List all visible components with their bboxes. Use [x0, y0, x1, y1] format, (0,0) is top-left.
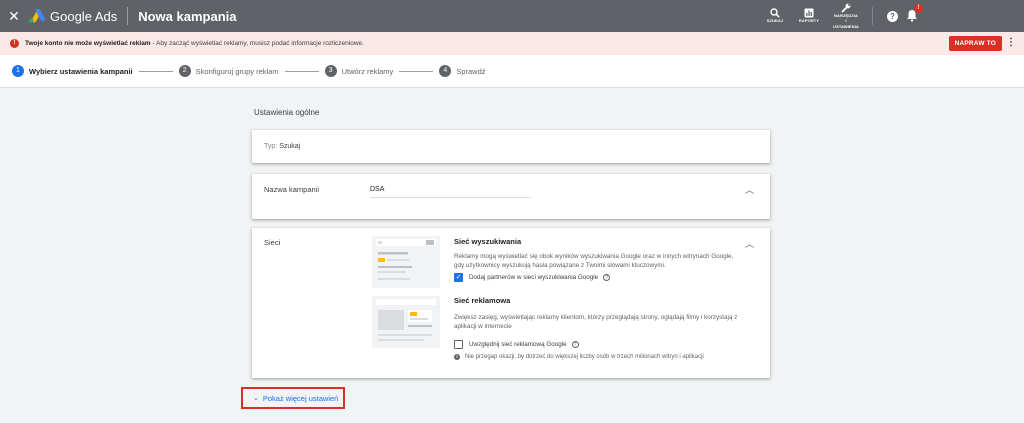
- help-icon[interactable]: ?: [571, 341, 579, 348]
- step-label: Skonfiguruj grupy reklam: [195, 66, 279, 76]
- step-3[interactable]: 3 Utwórz reklamy: [324, 65, 394, 77]
- section-heading: Ustawienia ogólne: [254, 108, 320, 117]
- networks-label: Sieci: [264, 238, 281, 247]
- google-ads-logo: [28, 9, 45, 23]
- banner-bold-text: Twoje konto nie może wyświetlać reklam: [25, 40, 151, 47]
- display-network-title: Sieć reklamowa: [454, 296, 511, 305]
- divider: [127, 7, 129, 25]
- search-tool-label: SZUKAJ: [766, 18, 784, 24]
- display-network-desc: Zwiększ zasięg, wyświetlając reklamy kli…: [454, 314, 738, 330]
- notifications-button[interactable]: !: [906, 4, 923, 23]
- step-label: Utwórz reklamy: [341, 66, 394, 76]
- show-more-settings-link[interactable]: ⌄ Pokaż więcej ustawień: [241, 387, 345, 409]
- step-2[interactable]: 2 Skonfiguruj grupy reklam: [178, 65, 279, 77]
- step-label: Wybierz ustawienia kampanii: [29, 66, 133, 76]
- reports-icon: [804, 8, 814, 18]
- campaign-name-label: Nazwa kampanii: [264, 185, 320, 194]
- show-more-settings-label: Pokaż więcej ustawień: [262, 393, 339, 403]
- banner-message: Twoje konto nie może wyświetlać reklam -…: [25, 40, 364, 47]
- step-connector: [284, 70, 319, 72]
- display-network-checkbox-row[interactable]: Uwzględnij sieć reklamową Google ?: [454, 340, 579, 349]
- fix-it-button[interactable]: NAPRAW TO: [948, 36, 1002, 51]
- tools-label-3: USTAWIENIA: [833, 23, 859, 29]
- type-label: Typ:: [264, 143, 278, 150]
- step-number: 3: [324, 65, 337, 77]
- step-1[interactable]: 1 Wybierz ustawienia kampanii: [12, 65, 133, 77]
- more-vert-icon[interactable]: ⋮: [1006, 36, 1016, 50]
- step-label: Sprawdź: [456, 66, 486, 76]
- campaign-name-input[interactable]: DSA: [370, 184, 531, 198]
- close-icon[interactable]: ✕: [4, 8, 24, 25]
- step-connector: [399, 70, 434, 72]
- display-network-tip-text: Nie przegap okazji, by dotrzeć do większ…: [465, 354, 704, 360]
- reports-tool-button[interactable]: RAPORTY: [792, 0, 826, 32]
- search-network-title: Sieć wyszukiwania: [454, 237, 522, 246]
- account-error-banner: ! Twoje konto nie może wyświetlać reklam…: [0, 32, 1024, 55]
- help-icon[interactable]: ?: [603, 274, 611, 281]
- chevron-up-icon[interactable]: ︿: [745, 183, 754, 196]
- campaign-name-card[interactable]: Nazwa kampanii DSA ︿: [252, 174, 770, 219]
- step-number: 1: [12, 65, 24, 77]
- reports-tool-label: RAPORTY: [798, 18, 820, 24]
- type-value: Szukaj: [279, 143, 301, 150]
- banner-rest-text: - Aby zacząć wyświetlać reklamy, musisz …: [150, 40, 364, 47]
- step-number: 4: [439, 65, 452, 77]
- checkbox-unchecked[interactable]: [454, 340, 463, 349]
- divider: [872, 7, 873, 25]
- step-connector: [138, 70, 173, 72]
- display-network-tip: ! Nie przegap okazji, by dotrzeć do więk…: [454, 354, 704, 360]
- step-4[interactable]: 4 Sprawdź: [439, 65, 486, 77]
- display-network-label: Uwzględnij sieć reklamową Google: [469, 341, 567, 348]
- top-app-bar: ✕ Google Ads Nowa kampania SZUKAJ RAPORT…: [0, 0, 1024, 32]
- notification-badge: !: [914, 4, 923, 13]
- help-icon[interactable]: ?: [887, 10, 898, 22]
- search-network-illustration: [372, 236, 440, 288]
- wrench-icon: [841, 3, 851, 13]
- campaign-stepper: 1 Wybierz ustawienia kampanii 2 Skonfigu…: [0, 55, 1024, 88]
- checkbox-checked[interactable]: ✓: [454, 273, 463, 282]
- networks-card: Sieci ︿ Sieć wyszukiwania Reklamy mogą w…: [252, 228, 770, 378]
- info-icon: !: [454, 354, 460, 360]
- search-tool-button[interactable]: SZUKAJ: [758, 0, 792, 32]
- error-icon: !: [10, 39, 19, 48]
- campaign-type-card: Typ: Szukaj: [252, 130, 770, 163]
- chevron-up-icon[interactable]: ︿: [745, 237, 754, 250]
- step-number: 2: [178, 65, 191, 77]
- brand-name: Google Ads: [50, 8, 118, 24]
- chevron-down-icon: ⌄: [253, 395, 259, 402]
- search-partners-label: Dodaj partnerów w sieci wyszukiwania Goo…: [469, 274, 599, 281]
- search-partners-checkbox-row[interactable]: ✓ Dodaj partnerów w sieci wyszukiwania G…: [454, 273, 611, 282]
- campaign-type: Typ: Szukaj: [264, 143, 300, 150]
- display-network-illustration: [372, 296, 440, 348]
- tools-settings-button[interactable]: NARZĘDZIA I USTAWIENIA: [826, 0, 866, 32]
- search-network-desc: Reklamy mogą wyświetlać się obok wyników…: [454, 253, 734, 269]
- search-icon: [770, 8, 780, 18]
- page-title: Nowa kampania: [138, 8, 237, 24]
